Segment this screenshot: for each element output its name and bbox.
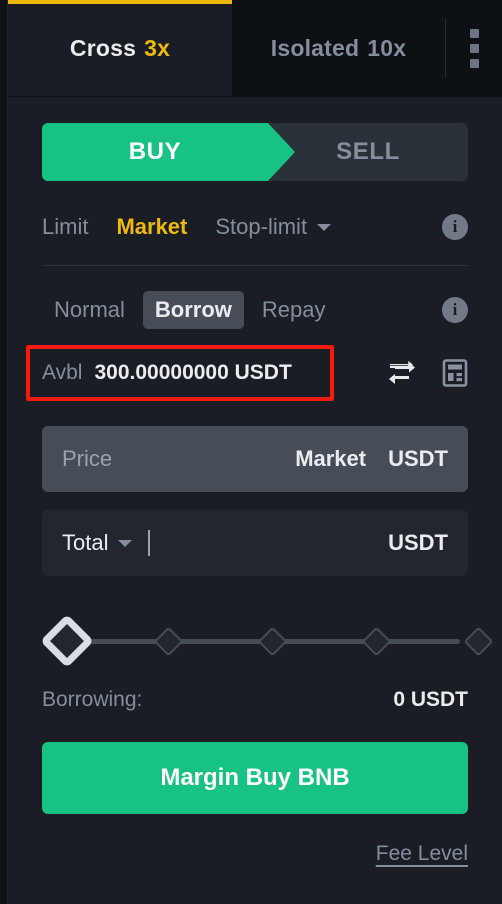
total-label-group[interactable]: Total [62, 530, 133, 556]
transfer-icon[interactable] [388, 361, 416, 385]
slider-step-100[interactable] [463, 626, 494, 657]
sell-button[interactable]: SELL [268, 123, 468, 181]
balance-actions [388, 359, 468, 387]
tab-cross-label: Cross [69, 35, 137, 61]
order-type-info-icon[interactable]: i [442, 214, 468, 240]
borrow-mode-tabs: Normal Borrow Repay i [42, 288, 468, 332]
borrow-mode-info-icon[interactable]: i [442, 297, 468, 323]
borrowing-value: 0 USDT [393, 688, 468, 711]
tab-isolated-label: Isolated [270, 35, 360, 61]
tab-cross-margin[interactable]: Cross 3x [8, 0, 232, 97]
total-unit: USDT [388, 530, 448, 555]
buy-button[interactable]: BUY [42, 123, 295, 181]
amount-slider[interactable] [40, 614, 494, 668]
margin-mode-tabbar: Cross 3x Isolated 10x [8, 0, 502, 97]
left-edge-gutter [0, 0, 8, 904]
available-balance-row: Avbl 300.00000000 USDT [26, 345, 468, 401]
total-field-suffix: USDT [388, 530, 448, 556]
side-toggle: BUY SELL [42, 123, 468, 181]
margin-trade-panel: Cross 3x Isolated 10x BUY SELL Limit Mar… [0, 0, 502, 904]
calculator-icon[interactable] [442, 359, 468, 387]
price-field-suffix: Market USDT [295, 446, 448, 472]
price-placeholder: Price [62, 446, 113, 471]
available-balance-label: Avbl [42, 361, 83, 384]
order-type-divider [42, 265, 468, 266]
panel-content: Cross 3x Isolated 10x BUY SELL Limit Mar… [8, 0, 502, 904]
tab-stop-limit-label: Stop-limit [215, 214, 308, 239]
margin-buy-button[interactable]: Margin Buy BNB [42, 742, 468, 814]
kebab-dot [469, 59, 479, 68]
chevron-down-icon [118, 539, 133, 547]
slider-step-25[interactable] [153, 626, 184, 657]
tab-cross-leverage: 3x [144, 35, 171, 61]
price-unit: USDT [388, 446, 448, 471]
tab-market[interactable]: Market [116, 214, 187, 240]
price-market-label: Market [295, 446, 367, 471]
kebab-dot [469, 44, 479, 53]
tab-normal[interactable]: Normal [42, 291, 137, 329]
tab-isolated-leverage: 10x [367, 35, 407, 61]
tab-limit[interactable]: Limit [42, 214, 88, 240]
slider-handle[interactable] [40, 614, 94, 668]
tabbar-underline [8, 96, 502, 97]
fee-level-row: Fee Level [42, 842, 468, 866]
slider-step-50[interactable] [257, 626, 288, 657]
total-label: Total [62, 530, 109, 555]
price-input[interactable]: Price Market USDT [42, 426, 468, 492]
fee-level-link[interactable]: Fee Level [376, 842, 468, 866]
tab-repay[interactable]: Repay [250, 291, 338, 329]
tab-stop-limit[interactable]: Stop-limit [215, 214, 332, 240]
borrowing-label: Borrowing: [42, 688, 143, 711]
tab-isolated-margin[interactable]: Isolated 10x [232, 0, 445, 97]
order-form: BUY SELL Limit Market Stop-limit i Norma… [8, 97, 502, 904]
total-input[interactable]: Total USDT [42, 510, 468, 576]
kebab-dot [469, 29, 479, 38]
chevron-down-icon [317, 223, 332, 231]
tab-borrow[interactable]: Borrow [142, 291, 244, 329]
borrowing-row: Borrowing: 0 USDT [42, 684, 468, 716]
order-type-tabs: Limit Market Stop-limit i [42, 207, 468, 247]
available-balance-value: 300.00000000 USDT [94, 361, 292, 384]
more-options-icon[interactable] [446, 0, 502, 97]
slider-step-75[interactable] [361, 626, 392, 657]
text-cursor [148, 530, 151, 556]
